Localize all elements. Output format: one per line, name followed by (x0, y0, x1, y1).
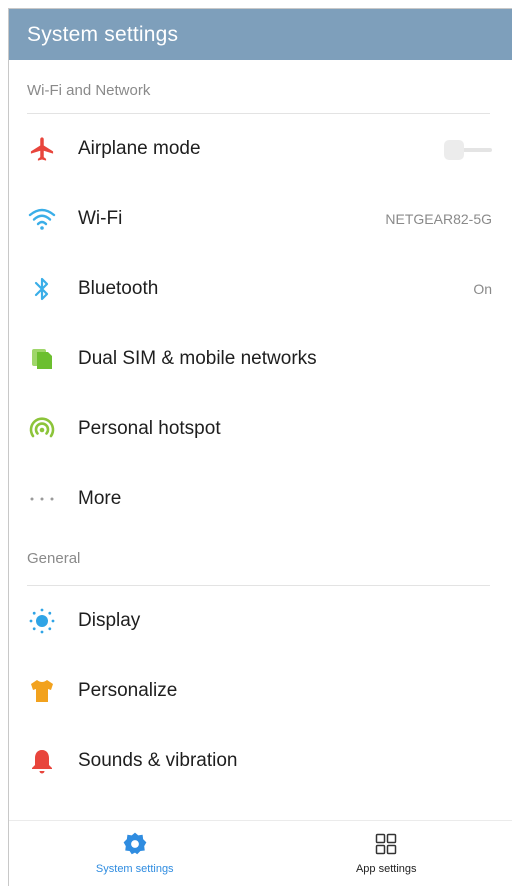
bottom-navigation: System settings App settings (9, 820, 512, 886)
settings-item-more[interactable]: More (9, 464, 512, 534)
settings-item-label: Personalize (78, 680, 178, 701)
nav-label: System settings (95, 863, 174, 875)
settings-item-label: Dual SIM & mobile networks (78, 348, 317, 369)
section-title: Wi-Fi and Network (27, 82, 151, 99)
section-title: General (27, 550, 81, 567)
app-bar: System settings (9, 9, 512, 60)
settings-item-personal-hotspot[interactable]: Personal hotspot (9, 394, 512, 464)
toggle-thumb (444, 140, 464, 160)
airplane-icon (25, 132, 59, 166)
settings-item-label: Bluetooth (78, 278, 159, 299)
gear-icon (122, 831, 148, 857)
settings-item-label: Wi-Fi (78, 208, 123, 229)
settings-item-airplane-mode[interactable]: Airplane mode (9, 114, 512, 184)
wifi-network-name: NETGEAR82-5G (385, 211, 492, 227)
nav-app-settings[interactable]: App settings (261, 821, 512, 886)
settings-item-dual-sim[interactable]: Dual SIM & mobile networks (9, 324, 512, 394)
brightness-icon (25, 604, 59, 638)
section-header-network: Wi-Fi and Network (9, 60, 512, 114)
settings-item-display[interactable]: Display (9, 586, 512, 656)
settings-item-label: Sounds & vibration (78, 750, 238, 771)
bluetooth-status: On (473, 281, 492, 297)
settings-item-personalize[interactable]: Personalize (9, 656, 512, 726)
settings-item-wifi[interactable]: Wi-Fi NETGEAR82-5G (9, 184, 512, 254)
more-dots-icon (25, 482, 59, 516)
settings-item-label: More (78, 488, 122, 509)
settings-item-label: Personal hotspot (78, 418, 221, 439)
wifi-icon (25, 202, 59, 236)
settings-item-label: Display (78, 610, 141, 631)
airplane-mode-toggle[interactable] (444, 140, 494, 160)
hotspot-icon (25, 412, 59, 446)
settings-item-sounds-vibration[interactable]: Sounds & vibration (9, 726, 512, 796)
grid-icon (373, 831, 399, 857)
tshirt-icon (25, 674, 59, 708)
nav-label: App settings (355, 863, 417, 875)
settings-screen: System settings Wi-Fi and Network Airpla… (8, 8, 512, 886)
bluetooth-icon (25, 272, 59, 306)
settings-item-bluetooth[interactable]: Bluetooth On (9, 254, 512, 324)
settings-item-label: Airplane mode (78, 138, 201, 159)
nav-system-settings[interactable]: System settings (9, 821, 261, 886)
page-title: System settings (27, 22, 179, 46)
sim-card-icon (25, 342, 59, 376)
section-header-general: General (9, 534, 512, 586)
bell-icon (25, 744, 59, 778)
